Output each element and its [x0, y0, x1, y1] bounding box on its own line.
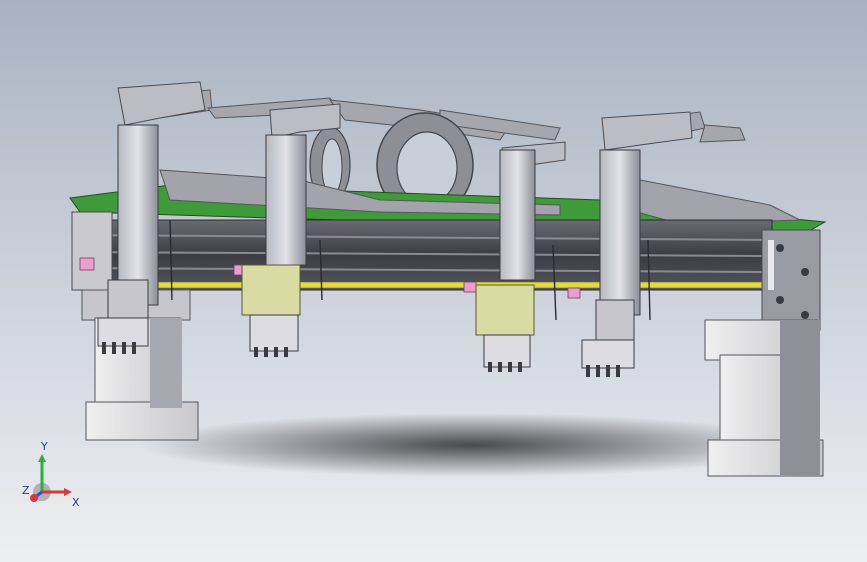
ground-shadow: [140, 413, 800, 477]
x-axis-label: X: [72, 496, 80, 509]
z-axis-label: Z: [22, 484, 30, 497]
gantry-assembly-model: [69, 81, 827, 477]
axis-triad-graphic: [30, 454, 72, 502]
cad-viewport[interactable]: Y Z X: [0, 0, 867, 562]
right-support-pillar: [704, 319, 824, 477]
top-cover-plate-right: [629, 179, 801, 225]
orientation-triad[interactable]: Y Z X: [20, 440, 80, 510]
y-axis-label: Y: [41, 440, 48, 453]
